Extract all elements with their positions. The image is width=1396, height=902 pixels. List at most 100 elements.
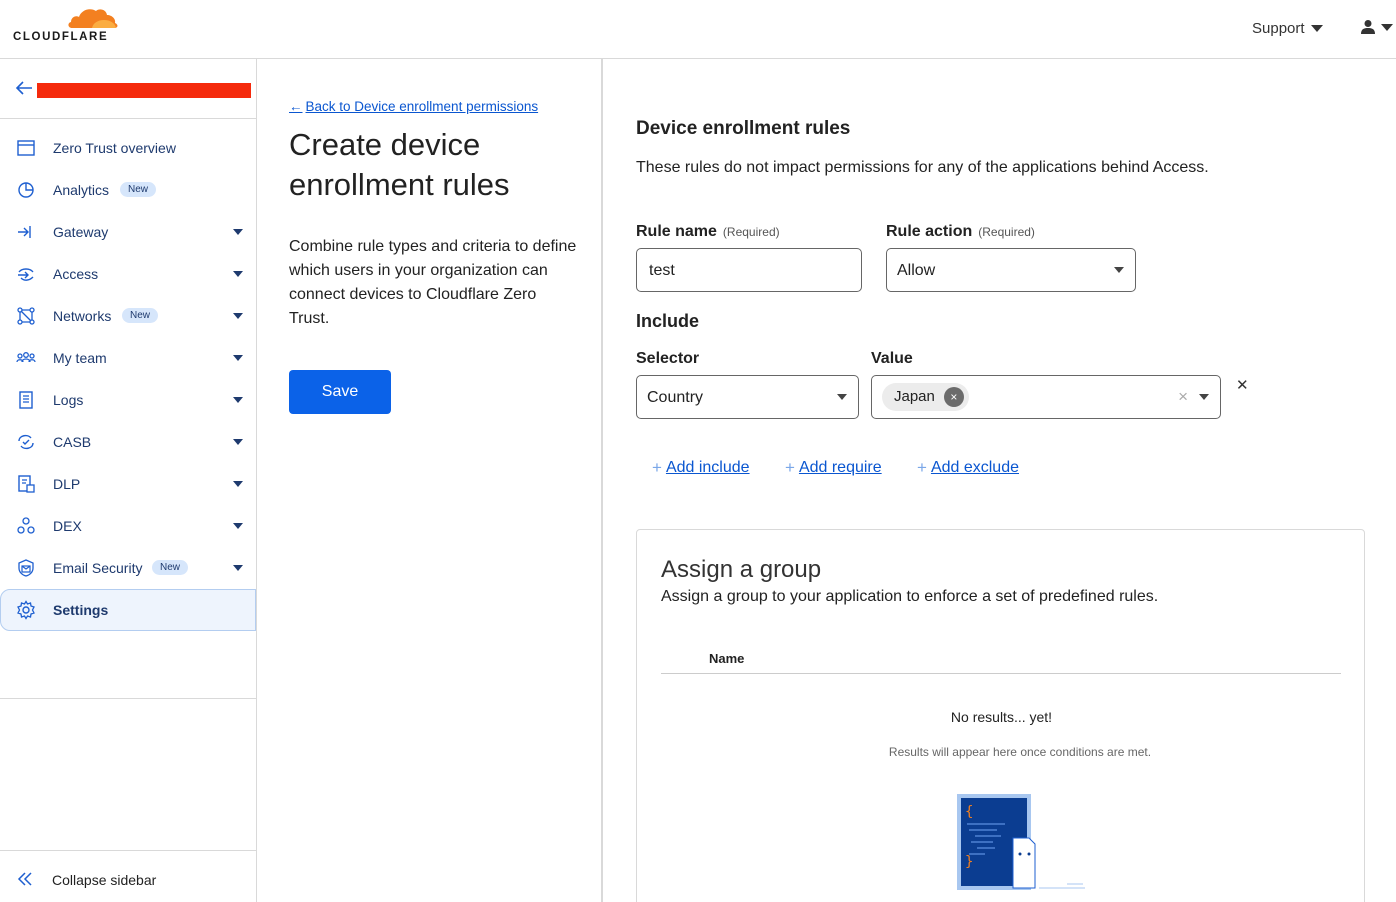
add-include-label: Add include: [665, 459, 750, 476]
assign-group-card: Assign a group Assign a group to your ap…: [636, 529, 1365, 902]
sidebar-item-settings[interactable]: Settings: [0, 589, 256, 631]
add-exclude-label: Add exclude: [930, 459, 1019, 476]
sidebar-item-email-security[interactable]: Email Security New: [0, 547, 256, 589]
back-to-enrollment-link[interactable]: ← Back to Device enrollment permissions: [289, 99, 538, 114]
value-label: Value: [871, 350, 913, 367]
chevron-down-icon: [233, 313, 243, 319]
selector-value: Country: [647, 389, 704, 406]
sidebar-item-zero-trust-overview[interactable]: Zero Trust overview: [0, 127, 256, 169]
double-chevron-left-icon: [17, 872, 32, 886]
sidebar-item-label: Zero Trust overview: [53, 140, 176, 156]
new-badge: New: [120, 182, 157, 197]
logs-icon: [19, 391, 33, 409]
required-hint: (Required): [722, 225, 780, 239]
selector-select[interactable]: Country: [636, 375, 859, 419]
svg-text:{: {: [965, 804, 973, 820]
chevron-down-icon: [233, 271, 243, 277]
new-badge: New: [152, 560, 189, 575]
sidebar-item-label: Access: [53, 266, 99, 282]
rule-form: Device enrollment rules These rules do n…: [605, 59, 1396, 902]
sidebar-item-label: Analytics: [53, 182, 110, 198]
networks-icon: [17, 307, 35, 325]
account-header: [0, 59, 256, 119]
chip-remove-icon[interactable]: ×: [943, 387, 964, 407]
section-title: Device enrollment rules: [636, 118, 851, 139]
chevron-down-icon: [233, 355, 243, 361]
casb-icon: [18, 434, 34, 450]
access-icon: [18, 268, 34, 281]
plus-icon: +: [785, 458, 795, 477]
gear-icon: [17, 600, 35, 620]
add-include-link[interactable]: + Add include: [652, 458, 750, 478]
empty-state-subtitle: Results will appear here once conditions…: [888, 745, 1152, 759]
dlp-icon: [18, 475, 35, 493]
back-link-label: Back to Device enrollment permissions: [305, 99, 539, 114]
rule-name-input[interactable]: test: [636, 248, 862, 292]
chevron-down-icon: [233, 397, 243, 403]
rule-action-value: Allow: [897, 262, 936, 279]
sidebar-item-label: DEX: [53, 518, 82, 534]
rule-action-select[interactable]: Allow: [886, 248, 1136, 292]
sidebar-item-casb[interactable]: CASB: [0, 421, 256, 463]
clear-icon[interactable]: ×: [1178, 387, 1188, 407]
sidebar-item-label: Networks: [53, 308, 112, 324]
sidebar-item-label: Email Security: [53, 560, 143, 576]
column-header-name: Name: [709, 651, 745, 666]
sidebar-item-analytics[interactable]: Analytics New: [0, 169, 256, 211]
sidebar: Zero Trust overview Analytics New Gatewa…: [0, 59, 257, 902]
sidebar-item-label: DLP: [53, 476, 81, 492]
add-require-label: Add require: [798, 459, 882, 476]
chevron-down-icon: [233, 229, 243, 235]
sidebar-item-gateway[interactable]: Gateway: [0, 211, 256, 253]
cloudflare-logo[interactable]: CLOUDFLARE: [12, 6, 122, 46]
add-exclude-link[interactable]: + Add exclude: [917, 458, 1019, 478]
browser-window-icon: [17, 140, 35, 156]
rule-name-label: Rule name (Required): [636, 223, 780, 241]
sidebar-item-my-team[interactable]: My team: [0, 337, 256, 379]
sidebar-item-access[interactable]: Access: [0, 253, 256, 295]
chevron-down-icon: [1114, 267, 1124, 273]
sidebar-item-networks[interactable]: Networks New: [0, 295, 256, 337]
user-icon: [1361, 20, 1375, 34]
chevron-down-icon: [233, 523, 243, 529]
analytics-icon: [18, 182, 34, 198]
chevron-down-icon: [233, 481, 243, 487]
sidebar-item-dlp[interactable]: DLP: [0, 463, 256, 505]
value-chip-label: Japan: [894, 388, 935, 405]
dex-icon: [17, 517, 35, 534]
sidebar-item-label: CASB: [53, 434, 92, 450]
add-require-link[interactable]: + Add require: [785, 458, 882, 478]
user-menu[interactable]: [1360, 19, 1393, 35]
rule-name-label-text: Rule name: [636, 223, 717, 240]
sidebar-item-label: Logs: [53, 392, 84, 408]
selector-label: Selector: [636, 350, 700, 367]
redacted-account-name: [37, 83, 251, 98]
arrow-left-icon[interactable]: [15, 79, 33, 97]
support-menu[interactable]: Support: [1252, 20, 1323, 37]
save-button[interactable]: Save: [289, 370, 391, 414]
sidebar-item-label: Gateway: [53, 224, 109, 240]
chevron-down-icon[interactable]: [1199, 394, 1209, 400]
new-badge: New: [122, 308, 159, 323]
sidebar-item-label: My team: [53, 350, 107, 366]
rule-action-label-text: Rule action: [886, 223, 973, 240]
plus-icon: +: [917, 458, 927, 477]
chevron-down-icon: [1381, 23, 1393, 31]
collapse-sidebar-label: Collapse sidebar: [52, 872, 157, 888]
remove-rule-icon[interactable]: ✕: [1236, 376, 1249, 394]
empty-state-title: No results... yet!: [950, 709, 1053, 725]
sidebar-item-logs[interactable]: Logs: [0, 379, 256, 421]
chevron-down-icon: [837, 394, 847, 400]
rule-action-label: Rule action (Required): [886, 223, 1035, 241]
sidebar-item-label: Settings: [53, 602, 109, 618]
collapse-sidebar-button[interactable]: Collapse sidebar: [0, 850, 256, 902]
value-multiselect[interactable]: Japan × ×: [871, 375, 1221, 419]
team-icon: [16, 352, 36, 363]
include-heading: Include: [636, 311, 700, 331]
sidebar-nav: Zero Trust overview Analytics New Gatewa…: [0, 127, 256, 631]
svg-text:}: }: [965, 854, 973, 870]
page-title: Create device enrollment rules: [289, 127, 510, 202]
sidebar-item-dex[interactable]: DEX: [0, 505, 256, 547]
logo-wordmark: CLOUDFLARE: [13, 31, 109, 43]
rule-name-value: test: [649, 262, 675, 279]
